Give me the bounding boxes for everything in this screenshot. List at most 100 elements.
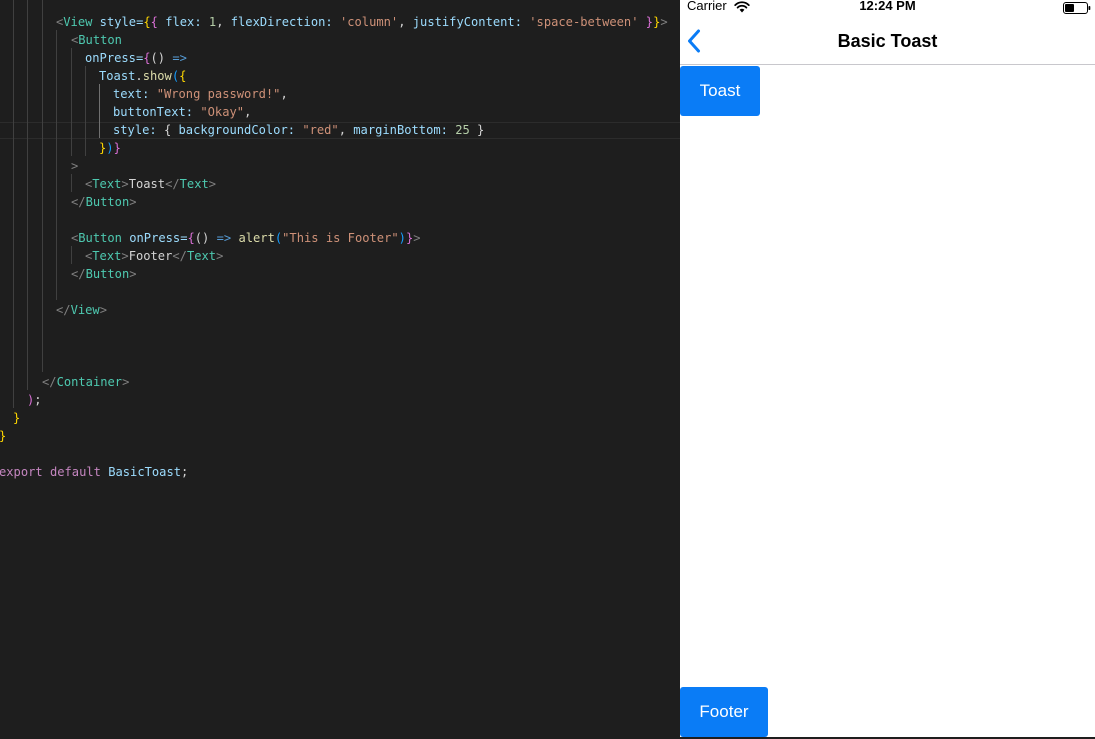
token: Text bbox=[186, 249, 217, 263]
token: export default bbox=[0, 465, 109, 479]
code-line-paren-close: ); bbox=[27, 391, 42, 409]
token: buttonText: bbox=[113, 105, 201, 119]
token: Text bbox=[179, 177, 209, 191]
token: > bbox=[413, 231, 421, 245]
token: View bbox=[63, 15, 93, 29]
token: </ bbox=[165, 177, 180, 191]
token: View bbox=[70, 303, 100, 317]
token: ( bbox=[171, 69, 180, 83]
token: onPress= bbox=[85, 51, 144, 65]
status-bar: Carrier 12:24 PM bbox=[680, 0, 1095, 16]
token: ; bbox=[34, 393, 42, 407]
indent-guide bbox=[71, 48, 72, 156]
code-line-view-close: </View> bbox=[56, 301, 107, 319]
token: marginBottom: bbox=[353, 123, 456, 137]
token: { bbox=[163, 123, 179, 137]
indent-guide bbox=[13, 0, 14, 408]
token: > bbox=[660, 15, 668, 29]
indent-guide bbox=[56, 30, 57, 300]
token: show bbox=[142, 69, 172, 83]
navigation-bar: Basic Toast bbox=[680, 16, 1095, 65]
token: Toast bbox=[99, 69, 136, 83]
code-line-toast-text: <Text>Toast</Text> bbox=[85, 175, 216, 193]
token: { bbox=[150, 15, 158, 29]
indent-guide bbox=[27, 0, 28, 390]
token: "red" bbox=[302, 123, 339, 137]
token: justifyContent: bbox=[412, 15, 530, 29]
token: , bbox=[216, 15, 231, 29]
code-line-text-prop: text: "Wrong password!", bbox=[113, 85, 288, 103]
token: flex: bbox=[157, 15, 209, 29]
footer-button[interactable]: Footer bbox=[680, 687, 768, 737]
token: . bbox=[135, 69, 143, 83]
code-line-gt: > bbox=[71, 157, 78, 175]
token: 'space-between' bbox=[529, 15, 639, 29]
code-line-button-close: </Button> bbox=[71, 193, 137, 211]
token: , bbox=[398, 15, 413, 29]
token: , bbox=[280, 87, 288, 101]
token: { bbox=[143, 51, 151, 65]
token: </ bbox=[71, 195, 86, 209]
token: Text bbox=[92, 177, 122, 191]
token: } bbox=[0, 429, 6, 443]
token: Text bbox=[92, 249, 122, 263]
token: Button bbox=[78, 33, 122, 47]
token: flexDirection: bbox=[230, 15, 340, 29]
token: Container bbox=[56, 375, 123, 389]
code-line-footer-button-open: <Button onPress={() => alert("This is Fo… bbox=[71, 229, 421, 247]
token: { bbox=[179, 69, 187, 83]
indent-guide bbox=[42, 0, 43, 372]
code-line-onpress: onPress={() => bbox=[85, 49, 187, 67]
indent-guide-active bbox=[99, 84, 100, 138]
token: 'column' bbox=[339, 15, 399, 29]
token: } bbox=[113, 141, 121, 155]
token: Button bbox=[78, 231, 122, 245]
token: => bbox=[172, 51, 187, 65]
token: > bbox=[129, 267, 137, 281]
token: Button bbox=[85, 195, 130, 209]
token: , bbox=[244, 105, 252, 119]
code-line-button-open: <Button bbox=[71, 31, 122, 49]
toast-button[interactable]: Toast bbox=[680, 66, 760, 116]
code-line-brace-close: } bbox=[13, 409, 20, 427]
token: style= bbox=[92, 15, 144, 29]
token: > bbox=[71, 159, 79, 173]
token: { bbox=[143, 15, 151, 29]
token: "Okay" bbox=[200, 105, 245, 119]
token: > bbox=[216, 249, 224, 263]
indent-guide bbox=[71, 246, 72, 264]
token: backgroundColor: bbox=[178, 123, 303, 137]
token: => bbox=[216, 231, 232, 245]
ios-simulator-screen: Carrier 12:24 PM Basic Toast Toast Foote… bbox=[680, 0, 1095, 739]
token: </ bbox=[42, 375, 57, 389]
code-line-brace-close: } bbox=[0, 427, 6, 445]
token: () bbox=[194, 231, 217, 245]
token: alert bbox=[238, 231, 275, 245]
token: </ bbox=[56, 303, 71, 317]
token: ) bbox=[398, 231, 406, 245]
token: () bbox=[150, 51, 173, 65]
token: style: bbox=[113, 123, 164, 137]
token: > bbox=[121, 249, 129, 263]
token: onPress= bbox=[121, 231, 188, 245]
token: </ bbox=[71, 267, 86, 281]
indent-guide bbox=[85, 66, 86, 156]
token: , bbox=[338, 123, 354, 137]
code-line-view-open: <View style={{ flex: 1, flexDirection: '… bbox=[56, 13, 668, 31]
token: } bbox=[13, 411, 21, 425]
code-editor[interactable]: <View style={{ flex: 1, flexDirection: '… bbox=[0, 0, 680, 739]
toast-button-label: Toast bbox=[699, 81, 741, 100]
token: "Wrong password!" bbox=[156, 87, 281, 101]
code-line-footer-text: <Text>Footer</Text> bbox=[85, 247, 223, 265]
token: { bbox=[187, 231, 195, 245]
page-title: Basic Toast bbox=[837, 31, 938, 51]
token: ; bbox=[181, 465, 189, 479]
token: > bbox=[122, 375, 130, 389]
token: Button bbox=[85, 267, 130, 281]
token: > bbox=[208, 177, 217, 191]
code-line-container-close: </Container> bbox=[42, 373, 129, 391]
footer-button-label: Footer bbox=[699, 702, 749, 721]
token: BasicToast bbox=[108, 465, 182, 479]
token: "This is Footer" bbox=[282, 231, 399, 245]
token: 25 bbox=[455, 123, 470, 137]
